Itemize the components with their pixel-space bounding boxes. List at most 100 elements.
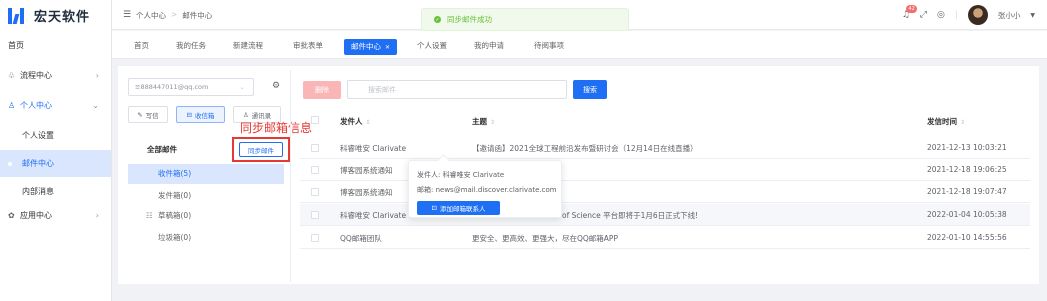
column-header-time[interactable]: 发信时间 ⇕	[927, 116, 965, 127]
tab-label: 邮件中心	[351, 42, 381, 51]
row-checkbox[interactable]	[311, 211, 319, 219]
folder-sent[interactable]: 发件箱(0)	[128, 186, 284, 206]
column-header-subject[interactable]: 主题 ⇕	[472, 116, 495, 127]
close-icon[interactable]: ✕	[385, 44, 390, 51]
folder-drafts[interactable]: ☷ 草稿箱(0)	[128, 206, 284, 226]
folder-inbox[interactable]: 收件箱(5)	[128, 164, 284, 184]
tab-mail-center[interactable]: 邮件中心 ✕	[344, 39, 398, 55]
sidebar-item-label: 首页	[8, 41, 24, 50]
table-row[interactable]: 科睿唯安 Clarivate 【邀请函】2021全球工程前沿发布暨研讨会（12月…	[300, 137, 1030, 159]
add-contact-label: 添加邮箱联系人	[439, 205, 486, 213]
top-header: ☰ 个人中心 > 邮件中心 ✓ 同步邮件成功 ♫ 42 ⤢ ◎ | 张小小 ▼	[112, 0, 1047, 31]
sidebar-item-internal-messages[interactable]: 内部消息	[0, 178, 111, 205]
menu-toggle-icon[interactable]: ☰	[123, 10, 131, 20]
account-value: ≡888447011@qq.com	[135, 83, 209, 91]
logo: 宏天软件	[0, 0, 111, 30]
inbox-button[interactable]: ⊟ 收信箱	[176, 106, 225, 123]
sidebar-item-personal-center[interactable]: ♙ 个人中心 ⌄	[0, 92, 111, 119]
theme-icon[interactable]: ◎	[937, 10, 945, 20]
row-time: 2022-01-04 10:05:38	[927, 210, 1007, 219]
sidebar-item-flow-center[interactable]: ♧ 流程中心 ›	[0, 62, 111, 89]
app-name: 宏天软件	[34, 9, 91, 25]
brand-logo-icon	[8, 6, 28, 24]
breadcrumb-item: 邮件中心	[182, 11, 213, 20]
chevron-down-icon: ⌄	[92, 101, 99, 110]
all-mail-label: 全部邮件	[147, 145, 177, 154]
tab-home[interactable]: 首页	[134, 39, 149, 53]
inbox-icon: ⊟	[186, 110, 192, 119]
caret-down-icon[interactable]: ▼	[1030, 12, 1035, 19]
flow-icon: ♧	[8, 71, 16, 80]
sidebar-item-mail-center[interactable]: 邮件中心	[0, 150, 111, 177]
toast-message: 同步邮件成功	[447, 15, 492, 24]
row-sender[interactable]: 科睿唯安 Clarivate	[340, 143, 406, 154]
sidebar-item-label: 个人中心	[20, 101, 52, 110]
fullscreen-icon[interactable]: ⤢	[920, 10, 927, 20]
column-label: 发件人	[340, 117, 363, 126]
tab-to-read[interactable]: 待阅事项	[534, 39, 564, 53]
column-label: 发信时间	[927, 117, 957, 126]
sync-callout-annotation: 同步邮箱信息	[240, 121, 313, 135]
row-time: 2021-12-18 19:07:47	[927, 187, 1007, 196]
breadcrumb-item[interactable]: 个人中心	[136, 10, 166, 21]
delete-button[interactable]: 删除	[303, 81, 341, 99]
success-toast: ✓ 同步邮件成功	[421, 8, 629, 31]
chevron-right-icon: ›	[95, 211, 99, 220]
header-divider: |	[954, 10, 958, 20]
sidebar-item-home[interactable]: 首页	[0, 32, 111, 59]
sync-mail-button[interactable]: 同步邮件	[239, 142, 283, 157]
row-sender[interactable]: 科睿唯安 Clarivate	[340, 210, 406, 221]
gear-icon[interactable]: ⚙	[272, 81, 280, 91]
inbox-label: 收信箱	[194, 111, 215, 120]
pen-icon: ✎	[137, 110, 143, 119]
popover-sender: 发件人: 科睿唯安 Clarivate	[417, 171, 505, 179]
row-time: 2022-01-10 14:55:56	[927, 233, 1007, 242]
row-sender[interactable]: QQ邮箱团队	[340, 233, 382, 244]
check-circle-icon: ✓	[434, 16, 441, 23]
row-subject[interactable]: 更安全、更高效、更强大，尽在QQ邮箱APP	[472, 233, 618, 244]
row-checkbox[interactable]	[311, 144, 319, 152]
header-actions: ♫ 42 ⤢ ◎ | 张小小 ▼	[902, 4, 1035, 26]
row-sender[interactable]: 博客园系统通知	[340, 187, 393, 198]
row-time: 2021-12-18 19:06:25	[927, 165, 1007, 174]
tab-new-process[interactable]: 新建流程	[233, 39, 263, 53]
row-checkbox[interactable]	[311, 188, 319, 196]
sidebar-item-label: 应用中心	[20, 211, 52, 220]
select-all-checkbox[interactable]	[311, 116, 319, 124]
sidebar-item-app-center[interactable]: ✿ 应用中心 ›	[0, 202, 111, 229]
tab-my-tasks[interactable]: 我的任务	[176, 39, 206, 53]
app-icon: ✿	[8, 211, 15, 220]
sidebar-item-personal-settings[interactable]: 个人设置	[0, 122, 111, 149]
row-time: 2021-12-13 10:03:21	[927, 143, 1007, 152]
add-contact-button[interactable]: ⊡ 添加邮箱联系人	[417, 201, 500, 215]
breadcrumb-separator: >	[171, 10, 178, 19]
account-select[interactable]: ≡888447011@qq.com ⌄	[128, 78, 254, 96]
write-button[interactable]: ✎ 写信	[128, 106, 168, 123]
sidebar-item-label: 邮件中心	[22, 159, 54, 168]
row-subject[interactable]: of Science 平台即将于1月6日正式下线!	[562, 210, 698, 221]
chevron-right-icon: ›	[95, 71, 99, 80]
row-subject[interactable]: 【邀请函】2021全球工程前沿发布暨研讨会（12月14日在线直播）	[472, 143, 698, 154]
draft-icon: ☷	[146, 211, 153, 220]
column-label: 主题	[472, 117, 487, 126]
sort-icon: ⇕	[960, 119, 966, 126]
row-checkbox[interactable]	[311, 234, 319, 242]
write-label: 写信	[145, 111, 159, 120]
column-header-sender[interactable]: 发件人 ⇕	[340, 116, 371, 127]
tab-personal-settings[interactable]: 个人设置	[417, 39, 447, 53]
username[interactable]: 张小小	[998, 10, 1021, 21]
row-checkbox[interactable]	[311, 166, 319, 174]
user-icon: ♙	[8, 101, 16, 110]
table-row[interactable]: QQ邮箱团队 更安全、更高效、更强大，尽在QQ邮箱APP 2022-01-10 …	[300, 227, 1030, 249]
search-button[interactable]: 搜索	[573, 80, 607, 99]
folder-trash[interactable]: 垃圾箱(0)	[128, 228, 284, 248]
breadcrumb: 个人中心 > 邮件中心	[136, 10, 212, 21]
notification-button[interactable]: ♫ 42	[902, 5, 917, 20]
sender-popover: 发件人: 科睿唯安 Clarivate 邮箱: news@mail.discov…	[408, 160, 562, 218]
tab-approval-form[interactable]: 审批表单	[293, 39, 323, 53]
search-input[interactable]	[347, 80, 567, 99]
panel-divider	[290, 70, 291, 282]
row-sender[interactable]: 博客园系统通知	[340, 165, 393, 176]
tab-my-applications[interactable]: 我的申请	[474, 39, 504, 53]
avatar[interactable]	[967, 5, 988, 25]
